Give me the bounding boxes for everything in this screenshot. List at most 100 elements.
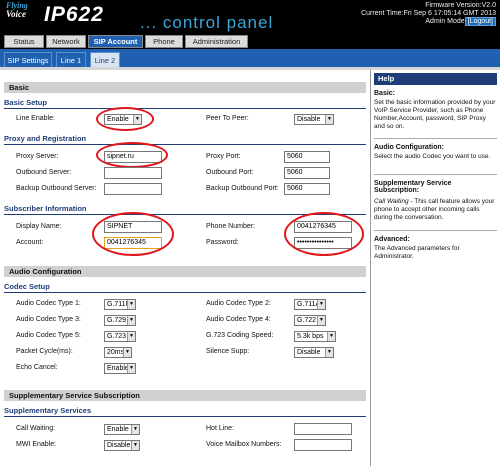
peer-to-peer-select[interactable]: Disable ▼ — [294, 114, 334, 125]
subtab-sip-settings[interactable]: SIP Settings — [4, 52, 52, 67]
packet-cycle-select[interactable]: 20ms ▼ — [104, 347, 132, 358]
account-label: Account: — [16, 239, 44, 246]
proxy-port-label: Proxy Port: — [206, 153, 241, 160]
highlight-circle — [96, 142, 168, 168]
phone-number-label: Phone Number: — [206, 223, 256, 230]
dropdown-arrow-icon: ▼ — [317, 300, 325, 309]
logout-button[interactable]: [Logout] — [464, 17, 496, 26]
g723-speed-label: G.723 Coding Speed: — [206, 332, 274, 339]
subtab-line-2[interactable]: Line 2 — [90, 52, 120, 67]
header-info: Firmware Version:V2.0 Current Time:Fri S… — [361, 2, 496, 26]
mwi-enable-select[interactable]: Disable ▼ — [104, 440, 140, 451]
admin-mode: Admin Mode — [425, 18, 465, 25]
codec4-select[interactable]: G.722 ▼ — [294, 315, 326, 326]
dropdown-arrow-icon: ▼ — [131, 441, 139, 450]
hot-line-input[interactable] — [294, 423, 352, 435]
proxy-port-input[interactable]: 5060 — [284, 151, 330, 163]
divider — [4, 144, 366, 145]
dropdown-arrow-icon: ▼ — [127, 332, 135, 341]
proxy-server-label: Proxy Server: — [16, 153, 59, 160]
dropdown-arrow-icon: ▼ — [131, 425, 139, 434]
section-basic: Basic — [4, 82, 366, 93]
codec4-label: Audio Codec Type 4: — [206, 316, 271, 323]
silence-supp-select[interactable]: Disable ▼ — [294, 347, 334, 358]
echo-cancel-value: Enable — [107, 365, 129, 372]
highlight-circle — [96, 107, 154, 131]
logo: Flying Voice — [6, 2, 28, 19]
call-waiting-label: Call Waiting: — [16, 425, 56, 432]
main-form: Basic Basic Setup Line Enable: Enable ▼ P… — [0, 70, 370, 466]
divider — [4, 416, 366, 417]
codec1-label: Audio Codec Type 1: — [16, 300, 81, 307]
codec5-value: G.723 — [107, 333, 127, 340]
highlight-circle — [284, 212, 364, 256]
codec5-select[interactable]: G.723 ▼ — [104, 331, 136, 342]
tab-sip-account[interactable]: SIP Account — [88, 35, 143, 48]
subsection-proxy: Proxy and Registration — [4, 134, 87, 143]
echo-cancel-label: Echo Cancel: — [16, 364, 58, 371]
header: Flying Voice IP622 ... control panel Fir… — [0, 0, 500, 34]
help-basic-text: Set the basic information provided by yo… — [374, 99, 496, 130]
outbound-server-input[interactable] — [104, 167, 162, 179]
divider — [374, 230, 497, 231]
packet-cycle-value: 20ms — [107, 349, 125, 356]
subsection-codec-setup: Codec Setup — [4, 282, 50, 291]
section-audio: Audio Configuration — [4, 266, 366, 277]
dropdown-arrow-icon: ▼ — [127, 364, 135, 373]
help-title: Help — [374, 73, 497, 85]
tab-phone[interactable]: Phone — [145, 35, 183, 48]
dropdown-arrow-icon: ▼ — [127, 300, 135, 309]
voice-mailbox-input[interactable] — [294, 439, 352, 451]
outbound-server-label: Outbound Server: — [16, 169, 72, 176]
divider — [4, 108, 366, 109]
codec2-select[interactable]: G.711A ▼ — [294, 299, 326, 310]
backup-server-label: Backup Outbound Server: — [16, 185, 97, 192]
echo-cancel-select[interactable]: Enable ▼ — [104, 363, 136, 374]
control-panel-title: ... control panel — [140, 13, 274, 32]
main-tabs: Status Network SIP Account Phone Adminis… — [0, 34, 500, 49]
mwi-enable-label: MWI Enable: — [16, 441, 57, 448]
backup-server-input[interactable] — [104, 183, 162, 195]
peer-to-peer-value: Disable — [297, 116, 321, 123]
dropdown-arrow-icon: ▼ — [317, 316, 325, 325]
dropdown-arrow-icon: ▼ — [327, 332, 335, 341]
packet-cycle-label: Packet Cycle(ms): — [16, 348, 73, 355]
sub-tabs: SIP Settings Line 1 Line 2 — [0, 49, 500, 67]
subsection-subscriber: Subscriber Information — [4, 204, 87, 213]
silence-supp-value: Disable — [297, 349, 321, 356]
codec3-label: Audio Codec Type 3: — [16, 316, 81, 323]
help-audio-text: Select the audio Codec you want to use. — [374, 153, 491, 160]
help-panel: Help Basic: Set the basic information pr… — [370, 70, 500, 466]
display-name-label: Display Name: — [16, 223, 62, 230]
mwi-enable-value: Disable — [107, 442, 131, 449]
divider — [374, 138, 497, 139]
dropdown-arrow-icon: ▼ — [123, 348, 131, 357]
codec3-select[interactable]: G.729 ▼ — [104, 315, 136, 326]
voice-mailbox-label: Voice Mailbox Numbers: — [206, 441, 282, 448]
dropdown-arrow-icon: ▼ — [325, 115, 333, 124]
divider — [4, 292, 366, 293]
help-supp-title: Supplementary Service Subscription: — [374, 180, 452, 194]
g723-speed-select[interactable]: 5.3k bps ▼ — [294, 331, 336, 342]
subsection-basic-setup: Basic Setup — [4, 98, 47, 107]
tab-status[interactable]: Status — [4, 35, 44, 48]
codec3-value: G.729 — [107, 317, 127, 324]
tab-administration[interactable]: Administration — [185, 35, 248, 48]
tab-network[interactable]: Network — [46, 35, 86, 48]
backup-port-input[interactable]: 5060 — [284, 183, 330, 195]
help-supp-text: Call Waiting - This call feature allows … — [374, 198, 497, 222]
silence-supp-label: Silence Supp: — [206, 348, 250, 355]
call-waiting-select[interactable]: Enable ▼ — [104, 424, 140, 435]
help-call-waiting-term: Call Waiting — [374, 198, 409, 205]
highlight-circle — [92, 212, 174, 256]
subtab-line-1[interactable]: Line 1 — [56, 52, 86, 67]
g723-speed-value: 5.3k bps — [297, 333, 324, 340]
section-supplementary: Supplementary Service Subscription — [4, 390, 366, 401]
password-label: Password: — [206, 239, 239, 246]
outbound-port-input[interactable]: 5060 — [284, 167, 330, 179]
divider — [374, 174, 497, 175]
help-advanced-text: The Advanced parameters for Administrato… — [374, 245, 460, 260]
peer-to-peer-label: Peer To Peer: — [206, 115, 249, 122]
logo-bottom: Voice — [6, 9, 26, 19]
codec1-select[interactable]: G.711U ▼ — [104, 299, 136, 310]
